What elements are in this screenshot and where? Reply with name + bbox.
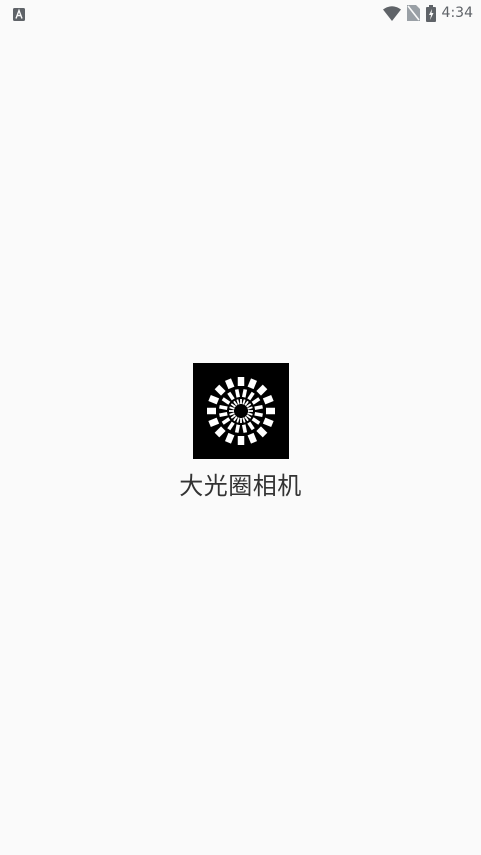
aperture-ray — [234, 389, 240, 398]
aperture-ray — [207, 394, 219, 405]
splash-content: 大光圈相机 — [0, 363, 481, 502]
aperture-logo-icon — [192, 363, 289, 459]
aperture-ray — [234, 424, 240, 433]
aperture-ray — [224, 432, 234, 444]
splash-screen: 4:34 大光圈相机 — [0, 0, 481, 855]
aperture-ray — [218, 411, 228, 418]
app-name: 大光圈相机 — [179, 472, 302, 500]
aperture-ray — [218, 404, 228, 411]
aperture-ray — [214, 384, 226, 396]
aperture-ray — [255, 426, 267, 438]
aperture-ray — [247, 432, 257, 444]
aperture-ray — [241, 389, 247, 398]
aperture-ray — [253, 411, 263, 418]
status-right: 4:34 — [382, 4, 473, 22]
status-clock: 4:34 — [441, 5, 473, 21]
wifi-icon — [382, 5, 401, 21]
aperture-ray — [224, 378, 234, 390]
aperture-ray — [214, 426, 226, 438]
aperture-ray — [262, 417, 274, 428]
aperture-ray — [253, 404, 263, 411]
battery-charging-icon — [425, 4, 436, 22]
notification-a-icon — [13, 8, 25, 21]
no-sim-icon — [406, 5, 420, 21]
aperture-ray — [255, 384, 267, 396]
status-bar: 4:34 — [0, 0, 481, 28]
status-left — [13, 6, 25, 25]
aperture-ray — [247, 378, 257, 390]
aperture-ray — [262, 394, 274, 405]
aperture-ray — [207, 417, 219, 428]
aperture-ray — [241, 424, 247, 433]
